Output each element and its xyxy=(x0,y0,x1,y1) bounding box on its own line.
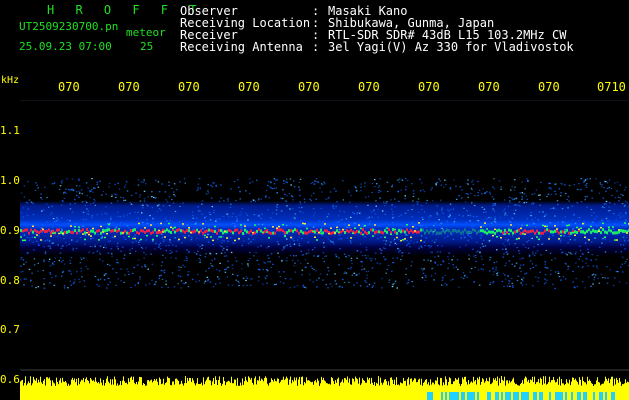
time-tick: 070 xyxy=(118,80,140,94)
spectrogram-plot xyxy=(20,100,629,400)
meteor-count: 25 xyxy=(140,40,154,53)
time-tick: 070 xyxy=(238,80,260,94)
date-time: 25.09.23 07:00 xyxy=(19,40,112,53)
time-tick: 070 xyxy=(358,80,380,94)
meta-value-antenna: 3el Yagi(V) Az 330 for Vladivostok xyxy=(328,40,574,54)
freq-tick: 0.9 xyxy=(0,224,20,237)
time-tick: 070 xyxy=(418,80,440,94)
time-tick: 070 xyxy=(178,80,200,94)
time-tick: 0710 xyxy=(597,80,626,94)
freq-tick: 0.6 xyxy=(0,373,20,386)
time-tick: 070 xyxy=(298,80,320,94)
freq-tick: 1.0 xyxy=(0,174,20,187)
khz-axis-label: kHz xyxy=(1,75,20,86)
file-name: UT2509230700.pn xyxy=(19,20,119,33)
time-tick: 070 xyxy=(58,80,80,94)
freq-tick: 0.8 xyxy=(0,274,20,287)
time-tick: 070 xyxy=(478,80,500,94)
freq-tick: 0.7 xyxy=(0,323,20,336)
meteor-label: meteor xyxy=(126,26,166,39)
meta-label-antenna: Receiving Antenna xyxy=(180,40,303,54)
time-tick: 070 xyxy=(538,80,560,94)
freq-tick: 1.1 xyxy=(0,124,20,137)
meta-colon: : xyxy=(312,40,320,54)
